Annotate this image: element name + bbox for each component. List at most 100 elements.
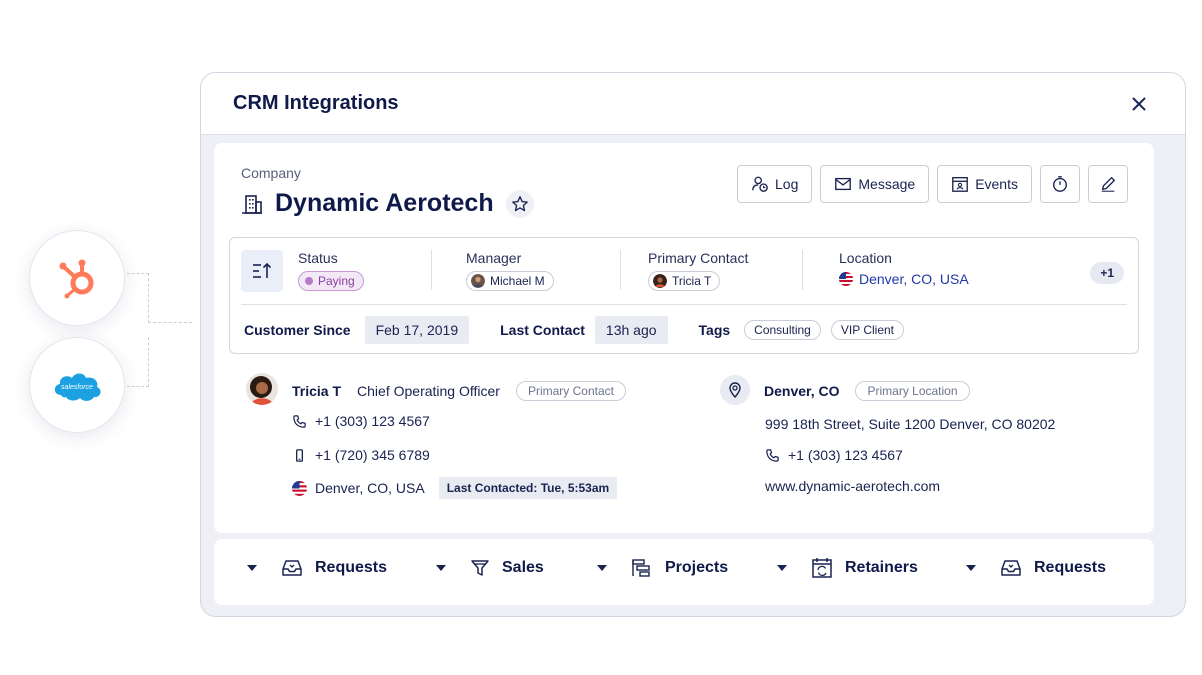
star-icon <box>511 195 528 211</box>
location-pin-button[interactable] <box>720 375 750 405</box>
salesforce-logo-icon: salesforce <box>54 373 101 401</box>
log-button[interactable]: Log <box>737 165 813 203</box>
last-contact-value: 13h ago <box>594 316 668 344</box>
primary-contact-badge: Primary Contact <box>515 381 626 401</box>
status-label: Status <box>298 250 338 266</box>
chevron-down-icon <box>777 565 787 571</box>
company-info-box: Status Paying Manager Michael M Primary … <box>229 237 1139 354</box>
status-dot <box>305 277 313 285</box>
status-badge[interactable]: Paying <box>298 271 364 291</box>
last-contacted-chip: Last Contacted: Tue, 5:53am <box>438 477 618 499</box>
envelope-icon <box>835 177 852 191</box>
company-card: Company Dynamic Aerotech Log Message Eve… <box>214 143 1154 533</box>
more-locations-badge[interactable]: +1 <box>1090 262 1124 284</box>
primary-location-badge: Primary Location <box>855 381 970 401</box>
stopwatch-icon <box>1053 176 1067 192</box>
calendar-user-icon <box>952 177 969 192</box>
map-pin-icon <box>729 382 741 398</box>
user-clock-icon <box>752 176 768 192</box>
tab-requests-2[interactable]: Requests <box>966 539 1106 597</box>
us-flag-icon <box>292 480 307 496</box>
location-label: Location <box>839 250 892 266</box>
primary-contact-value: Tricia T <box>672 274 712 288</box>
tab-label: Requests <box>315 559 388 576</box>
location-phone[interactable]: +1 (303) 123 4567 <box>788 447 903 463</box>
tab-projects[interactable]: Projects <box>597 539 728 597</box>
window-title: CRM Integrations <box>233 92 399 114</box>
avatar <box>246 373 278 405</box>
location-value: Denver, CO, USA <box>859 271 969 287</box>
chevron-down-icon <box>597 565 607 571</box>
tab-retainers[interactable]: Retainers <box>777 539 918 597</box>
chevron-down-icon <box>247 565 257 571</box>
svg-text:salesforce: salesforce <box>61 384 93 391</box>
contact-location: Denver, CO, USA <box>315 480 425 496</box>
inbox-icon <box>282 560 302 576</box>
connector-line <box>127 273 149 323</box>
gantt-icon <box>632 559 650 577</box>
location-link[interactable]: Denver, CO, USA <box>839 271 969 287</box>
manager-chip[interactable]: Michael M <box>466 271 554 291</box>
manager-label: Manager <box>466 250 522 266</box>
tab-sales[interactable]: Sales <box>436 539 544 597</box>
tab-label: Requests <box>1034 559 1107 576</box>
location-address: 999 18th Street, Suite 1200 Denver, CO 8… <box>765 416 1056 432</box>
connector-line <box>127 337 149 387</box>
tags-label: Tags <box>698 322 731 338</box>
message-button[interactable]: Message <box>820 165 930 203</box>
timer-button[interactable] <box>1040 165 1080 203</box>
tab-label: Retainers <box>845 559 918 576</box>
contact-avatar[interactable] <box>246 373 278 405</box>
customer-since-value: Feb 17, 2019 <box>364 316 470 344</box>
contact-phone[interactable]: +1 (303) 123 4567 <box>315 413 430 429</box>
chevron-down-icon <box>436 565 446 571</box>
contact-title: Chief Operating Officer <box>357 383 500 399</box>
events-button[interactable]: Events <box>937 165 1032 203</box>
last-contact-label: Last Contact <box>500 322 585 338</box>
events-label: Events <box>975 176 1018 192</box>
tab-label: Sales <box>502 559 544 576</box>
company-name: Dynamic Aerotech <box>275 189 494 217</box>
edit-button[interactable] <box>1088 165 1128 203</box>
message-label: Message <box>858 176 916 192</box>
mobile-icon <box>296 448 303 462</box>
customer-since-label: Customer Since <box>244 322 351 338</box>
crm-window: CRM Integrations Company Dynamic Aerotec… <box>200 72 1186 617</box>
hubspot-logo-icon <box>59 259 94 299</box>
phone-icon <box>766 448 779 462</box>
favorite-button[interactable] <box>505 189 534 218</box>
location-name: Denver, CO <box>764 383 840 399</box>
log-label: Log <box>775 176 799 192</box>
company-label: Company <box>241 165 301 181</box>
calendar-refresh-icon <box>812 558 832 578</box>
chevron-down-icon <box>966 565 976 571</box>
hubspot-bubble[interactable] <box>29 230 125 326</box>
window-header: CRM Integrations <box>201 73 1185 135</box>
tag-chip[interactable]: VIP Client <box>830 320 904 340</box>
tag-chip[interactable]: Consulting <box>744 320 821 340</box>
building-icon <box>242 194 262 214</box>
pencil-icon <box>1101 177 1115 192</box>
salesforce-bubble[interactable]: salesforce <box>29 337 125 433</box>
manager-value: Michael M <box>490 274 545 288</box>
avatar <box>471 274 485 288</box>
tab-requests[interactable]: Requests <box>247 539 387 597</box>
primary-contact-chip[interactable]: Tricia T <box>648 271 721 291</box>
module-tabbar: Requests Sales Projects Retainers Reques… <box>214 539 1154 605</box>
sort-ascending-icon <box>253 262 272 278</box>
tab-label: Projects <box>665 559 729 576</box>
sort-button[interactable] <box>241 250 283 292</box>
contact-name[interactable]: Tricia T <box>292 383 341 399</box>
close-icon[interactable] <box>1129 94 1149 114</box>
location-website[interactable]: www.dynamic-aerotech.com <box>765 478 940 494</box>
connector-line <box>148 322 192 323</box>
funnel-icon <box>471 560 489 576</box>
status-value: Paying <box>318 274 355 288</box>
inbox-icon <box>1001 560 1021 576</box>
contact-mobile[interactable]: +1 (720) 345 6789 <box>315 447 430 463</box>
phone-icon <box>293 414 306 428</box>
us-flag-icon <box>839 272 853 286</box>
divider <box>241 304 1127 305</box>
avatar <box>653 274 667 288</box>
primary-contact-label: Primary Contact <box>648 250 749 266</box>
